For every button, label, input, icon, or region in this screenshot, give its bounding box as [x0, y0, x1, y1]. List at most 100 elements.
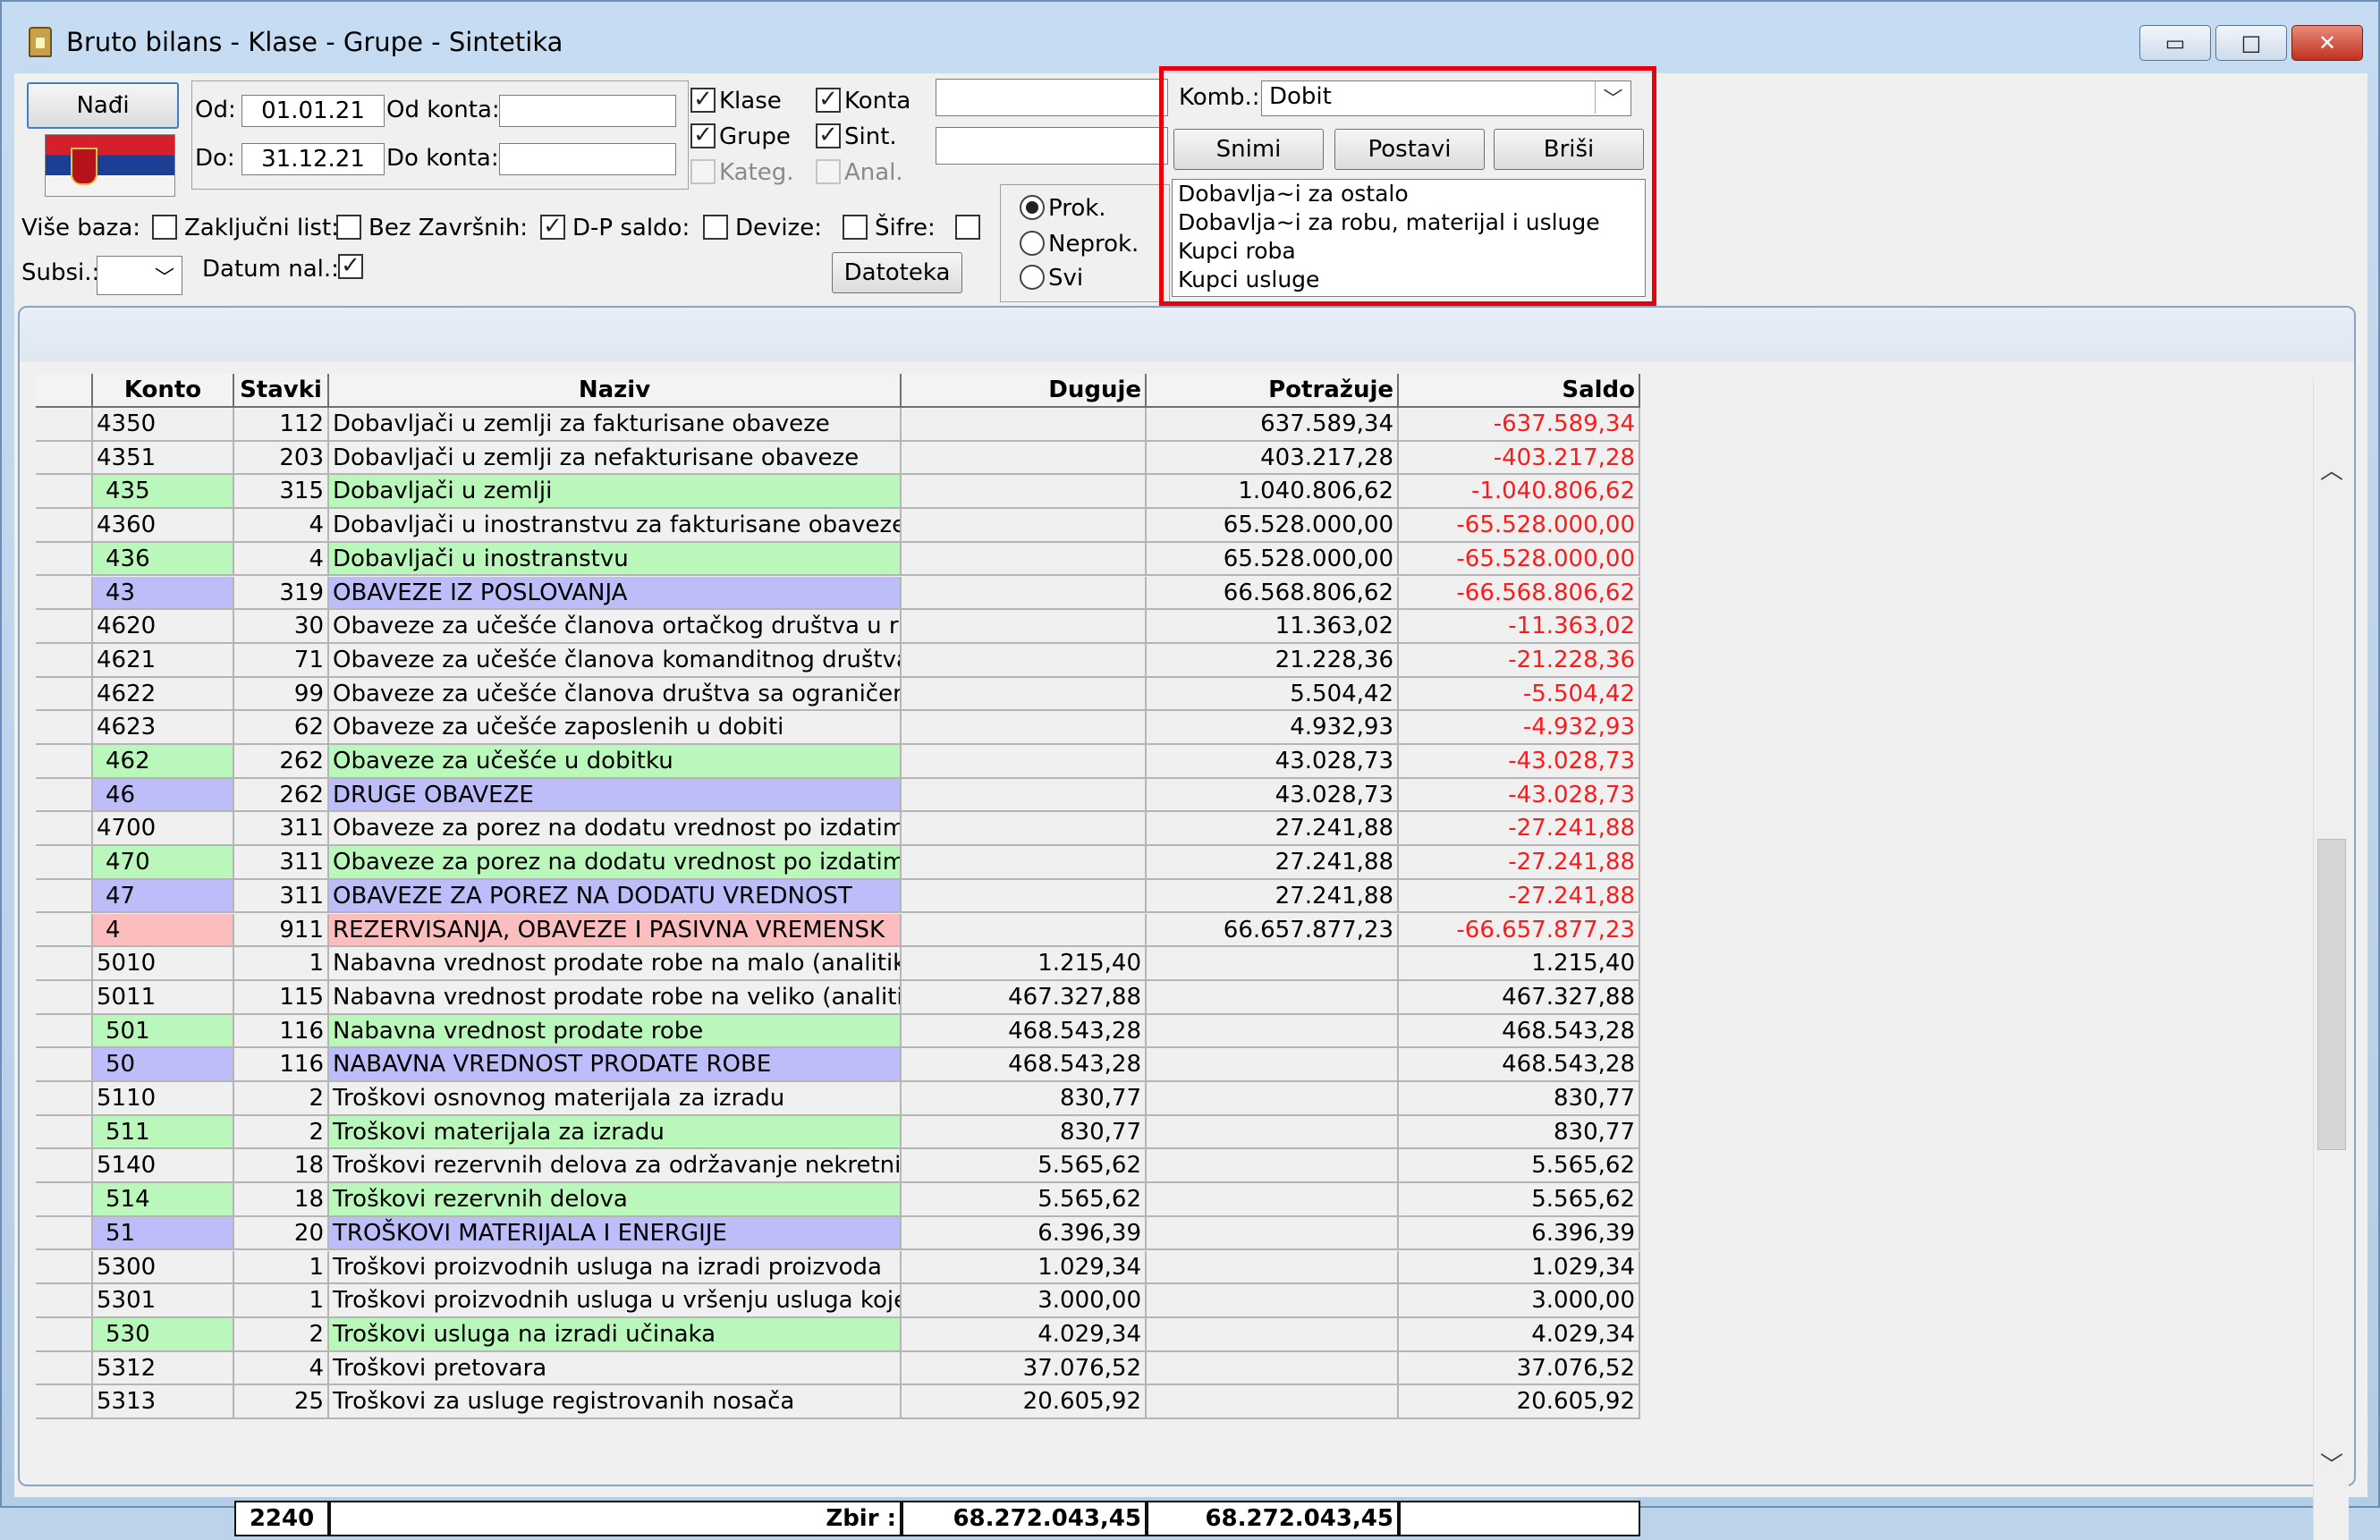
- neprok-radio[interactable]: [1020, 231, 1045, 256]
- potrazuje-cell[interactable]: [1147, 947, 1399, 981]
- table-row[interactable]: 436 4 Dobavljači u inostranstvu 65.528.000,…: [36, 542, 1640, 577]
- extra-checkbox[interactable]: [955, 215, 980, 240]
- table-row[interactable]: 51 20 TROŠKOVI MATERIJALA I ENERGIJE 6.396,…: [36, 1216, 1640, 1251]
- grupe-checkbox[interactable]: ✓: [690, 123, 716, 148]
- subsi-select[interactable]: ﹀: [97, 256, 182, 295]
- saldo-cell[interactable]: -66.568.806,62: [1399, 576, 1640, 611]
- potrazuje-cell[interactable]: [1147, 1115, 1399, 1150]
- naziv-cell[interactable]: Dobavljači u zemlji za fakturisane obave…: [329, 408, 902, 442]
- row-selector[interactable]: [36, 1385, 93, 1419]
- row-selector[interactable]: [36, 1250, 93, 1285]
- komb-list-item[interactable]: Kupci usluge: [1173, 266, 1645, 294]
- duguje-cell[interactable]: [902, 643, 1147, 678]
- stavki-cell[interactable]: 911: [234, 913, 329, 948]
- konto-cell[interactable]: 4622: [93, 677, 234, 712]
- stavki-cell[interactable]: 20: [234, 1216, 329, 1251]
- stavki-cell[interactable]: 262: [234, 778, 329, 813]
- row-selector[interactable]: [36, 879, 93, 914]
- duguje-cell[interactable]: [902, 441, 1147, 476]
- potrazuje-cell[interactable]: 66.657.877,23: [1147, 913, 1399, 948]
- naziv-cell[interactable]: Troškovi usluga na izradi učinaka: [329, 1317, 902, 1352]
- saldo-cell[interactable]: -11.363,02: [1399, 610, 1640, 644]
- scroll-down-icon[interactable]: ﹀: [2314, 1447, 2350, 1479]
- stavki-cell[interactable]: 62: [234, 711, 329, 745]
- konto-cell[interactable]: 5301: [93, 1284, 234, 1318]
- table-row[interactable]: 50 116 NABAVNA VREDNOST PRODATE ROBE 468.54…: [36, 1048, 1640, 1082]
- duguje-cell[interactable]: [902, 610, 1147, 644]
- row-selector[interactable]: [36, 1014, 93, 1049]
- komb-list-item[interactable]: Dobavlja~i za robu, materijal i usluge: [1173, 208, 1645, 237]
- konto-cell[interactable]: 4620: [93, 610, 234, 644]
- stavki-cell[interactable]: 311: [234, 812, 329, 847]
- konto-cell[interactable]: 4700: [93, 812, 234, 847]
- duguje-cell[interactable]: 4.029,34: [902, 1317, 1147, 1352]
- saldo-cell[interactable]: -27.241,88: [1399, 846, 1640, 880]
- stavki-cell[interactable]: 18: [234, 1149, 329, 1184]
- konto-cell[interactable]: 4351: [93, 441, 234, 476]
- row-selector[interactable]: [36, 1284, 93, 1318]
- naziv-cell[interactable]: Obaveze za učešće zaposlenih u dobiti: [329, 711, 902, 745]
- saldo-cell[interactable]: -43.028,73: [1399, 778, 1640, 813]
- stavki-cell[interactable]: 315: [234, 475, 329, 510]
- duguje-cell[interactable]: 468.543,28: [902, 1048, 1147, 1082]
- naziv-cell[interactable]: Nabavna vrednost prodate robe na veliko …: [329, 980, 902, 1015]
- konto-cell[interactable]: 5312: [93, 1351, 234, 1386]
- table-row[interactable]: 5301 1 Troškovi proizvodnih usluga u vršen…: [36, 1284, 1640, 1318]
- table-row[interactable]: 5312 4 Troškovi pretovara 37.076,52 37.076,5…: [36, 1351, 1640, 1386]
- col-stavki-header[interactable]: Stavki: [234, 374, 329, 408]
- naziv-cell[interactable]: TROŠKOVI MATERIJALA I ENERGIJE: [329, 1216, 902, 1251]
- saldo-cell[interactable]: -5.504,42: [1399, 677, 1640, 712]
- table-row[interactable]: 4360 4 Dobavljači u inostranstvu za faktur…: [36, 509, 1640, 543]
- potrazuje-cell[interactable]: [1147, 1183, 1399, 1217]
- komb-list-item[interactable]: Dobavlja~i za ostalo: [1173, 180, 1645, 208]
- duguje-cell[interactable]: [902, 542, 1147, 577]
- close-button[interactable]: ✕: [2291, 25, 2363, 61]
- snimi-button[interactable]: Snimi: [1173, 129, 1324, 170]
- row-selector[interactable]: [36, 576, 93, 611]
- saldo-cell[interactable]: 5.565,62: [1399, 1183, 1640, 1217]
- naziv-cell[interactable]: Troškovi osnovnog materijala za izradu: [329, 1082, 902, 1116]
- maximize-button[interactable]: □: [2215, 25, 2287, 61]
- col-konto-header[interactable]: Konto: [93, 374, 234, 408]
- konto-cell[interactable]: 50: [93, 1048, 234, 1082]
- naziv-cell[interactable]: Troškovi proizvodnih usluga u vršenju us…: [329, 1284, 902, 1318]
- naziv-cell[interactable]: Obaveze za učešće članova ortačkog društ…: [329, 610, 902, 644]
- naziv-cell[interactable]: NABAVNA VREDNOST PRODATE ROBE: [329, 1048, 902, 1082]
- col-potrazuje-header[interactable]: Potražuje: [1147, 374, 1399, 408]
- naziv-cell[interactable]: Troškovi za usluge registrovanih nosača: [329, 1385, 902, 1419]
- stavki-cell[interactable]: 319: [234, 576, 329, 611]
- potrazuje-cell[interactable]: 43.028,73: [1147, 745, 1399, 779]
- dp-saldo-checkbox[interactable]: ✓: [540, 215, 565, 240]
- saldo-cell[interactable]: 20.605,92: [1399, 1385, 1640, 1419]
- table-row[interactable]: 4350 112 Dobavljači u zemlji za fakturisan…: [36, 408, 1640, 442]
- duguje-cell[interactable]: [902, 846, 1147, 880]
- konto-cell[interactable]: 5300: [93, 1250, 234, 1285]
- konto-cell[interactable]: 5313: [93, 1385, 234, 1419]
- row-selector[interactable]: [36, 745, 93, 779]
- duguje-cell[interactable]: [902, 745, 1147, 779]
- konto-cell[interactable]: 47: [93, 879, 234, 914]
- table-row[interactable]: 530 2 Troškovi usluga na izradi učinaka 4.0…: [36, 1317, 1640, 1352]
- duguje-cell[interactable]: [902, 711, 1147, 745]
- naziv-cell[interactable]: Nabavna vrednost prodate robe: [329, 1014, 902, 1049]
- saldo-cell[interactable]: -21.228,36: [1399, 643, 1640, 678]
- konto-cell[interactable]: 4350: [93, 408, 234, 442]
- stavki-cell[interactable]: 4: [234, 1351, 329, 1386]
- naziv-cell[interactable]: Troškovi rezervnih delova: [329, 1183, 902, 1217]
- komb-select[interactable]: Dobit ﹀: [1261, 80, 1631, 116]
- potrazuje-cell[interactable]: 65.528.000,00: [1147, 509, 1399, 543]
- row-selector[interactable]: [36, 1317, 93, 1352]
- naziv-cell[interactable]: Dobavljači u zemlji: [329, 475, 902, 510]
- anal-checkbox[interactable]: [816, 159, 841, 184]
- stavki-cell[interactable]: 4: [234, 509, 329, 543]
- stavki-cell[interactable]: 1: [234, 1250, 329, 1285]
- potrazuje-cell[interactable]: 4.932,93: [1147, 711, 1399, 745]
- row-selector[interactable]: [36, 542, 93, 577]
- table-row[interactable]: 46 262 DRUGE OBAVEZE 43.028,73 -43.028,73: [36, 778, 1640, 813]
- potrazuje-cell[interactable]: [1147, 980, 1399, 1015]
- table-row[interactable]: 511 2 Troškovi materijala za izradu 830,77 8…: [36, 1115, 1640, 1150]
- potrazuje-cell[interactable]: [1147, 1149, 1399, 1184]
- saldo-cell[interactable]: 467.327,88: [1399, 980, 1640, 1015]
- stavki-cell[interactable]: 311: [234, 879, 329, 914]
- stavki-cell[interactable]: 4: [234, 542, 329, 577]
